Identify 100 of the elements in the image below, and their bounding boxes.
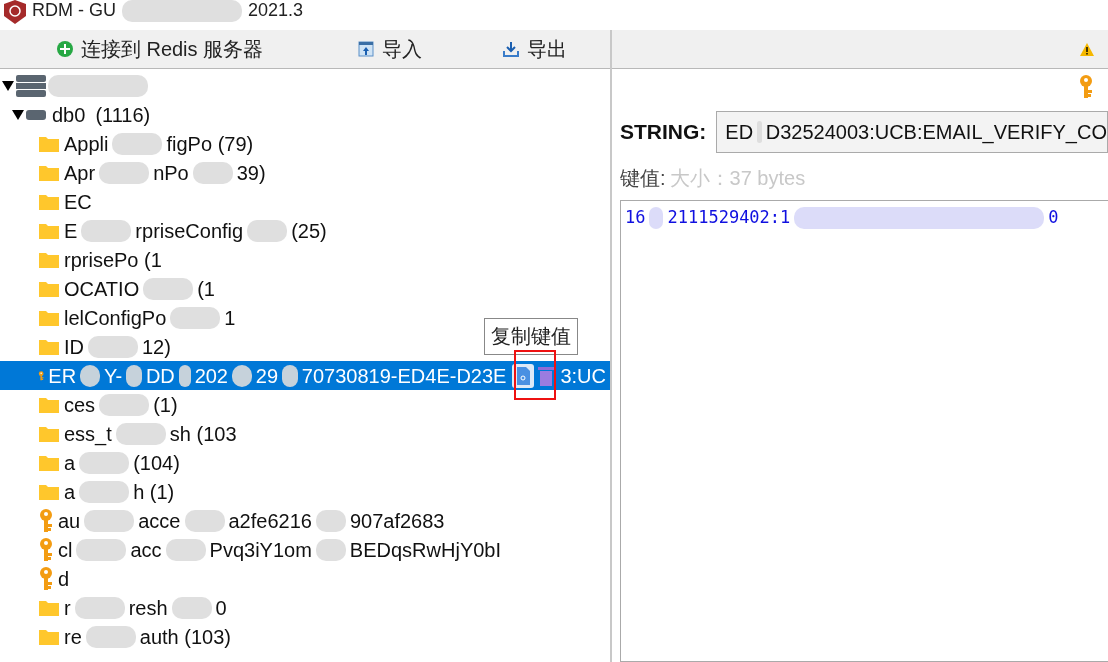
tree-item-text: 907af2683 xyxy=(349,508,445,533)
import-button[interactable]: 导入 xyxy=(320,31,460,67)
value-label: 键值: xyxy=(620,166,666,191)
key-icon xyxy=(38,508,54,533)
tree-item-text: cl xyxy=(58,537,73,562)
tree-row[interactable]: d xyxy=(0,564,74,593)
tree-row[interactable]: ID 12) xyxy=(0,332,175,361)
value-text: 2111529402:1 xyxy=(667,207,791,227)
tree-item-text: 29 xyxy=(255,363,278,388)
tree-item-text: a xyxy=(64,450,76,475)
tree-row[interactable]: ess_t sh (103 xyxy=(0,419,241,448)
tree-row[interactable]: au acce a2fe6216 907af2683 xyxy=(0,506,449,535)
tree-row[interactable]: EC xyxy=(0,187,96,216)
redaction-mark xyxy=(649,207,664,229)
tree-item-text: 3:UC xyxy=(560,363,606,388)
tooltip: 复制键值 xyxy=(484,318,578,355)
value-editor[interactable]: 16 2111529402:1 0 xyxy=(620,200,1108,662)
key-icon xyxy=(38,566,54,591)
value-text: 16 xyxy=(625,207,646,227)
key-name-text: ED xyxy=(725,120,754,144)
export-button[interactable]: 导出 xyxy=(460,31,610,67)
redaction-mark xyxy=(112,132,163,155)
redaction-mark xyxy=(315,538,346,561)
plus-icon xyxy=(56,41,73,57)
tree-row[interactable]: lelConfigPo 1 xyxy=(0,303,240,332)
folder-icon xyxy=(38,453,60,472)
type-label: STRING: xyxy=(620,120,707,144)
tree-item-text: rpriseConfig xyxy=(135,218,244,243)
redaction-mark xyxy=(76,538,127,561)
redaction-mark xyxy=(88,335,138,358)
tree-item-text: d xyxy=(58,566,70,591)
folder-icon xyxy=(38,250,60,269)
redaction-mark xyxy=(192,161,233,184)
database-name: db0 xyxy=(52,102,86,127)
tree-item-text: ID xyxy=(64,334,84,359)
redaction-mark xyxy=(171,596,212,619)
database-icon xyxy=(26,108,46,121)
folder-icon xyxy=(38,598,60,617)
warning-icon[interactable] xyxy=(1080,42,1094,56)
tree-item-text: 0 xyxy=(215,595,227,620)
tree-item-text: 39) xyxy=(236,160,266,185)
database-row[interactable]: db0 (1116) xyxy=(0,100,155,129)
tree-item-text: ER xyxy=(48,363,77,388)
redaction-mark xyxy=(99,393,150,416)
redaction-mark xyxy=(85,625,136,648)
tree-row[interactable]: Appli figPo (79) xyxy=(0,129,258,158)
expand-arrow-icon[interactable] xyxy=(2,79,14,92)
key-icon xyxy=(38,537,54,562)
tree-item-text: rprisePo (1 xyxy=(64,247,162,272)
tree-row[interactable]: rprisePo (1 xyxy=(0,245,166,274)
redaction-mark xyxy=(80,364,100,387)
value-text: 0 xyxy=(1048,207,1059,227)
tree-row[interactable]: OCATIO (1 xyxy=(0,274,219,303)
tree-item-text: Apr xyxy=(64,160,96,185)
tree-item-text: EC xyxy=(64,189,92,214)
redaction-mark xyxy=(126,364,142,387)
redaction-mark xyxy=(79,451,130,474)
folder-icon xyxy=(38,395,60,414)
connect-button[interactable]: 连接到 Redis 服务器 xyxy=(0,31,320,67)
tree-row[interactable]: Apr nPo 39) xyxy=(0,158,270,187)
redaction-mark xyxy=(170,306,221,329)
tree-row[interactable]: ER Y- DD 202 29 70730819-ED4E-D23E 3:UC xyxy=(0,361,610,390)
folder-icon xyxy=(38,337,60,356)
key-count: (1116) xyxy=(95,102,151,127)
folder-icon xyxy=(38,279,60,298)
folder-icon xyxy=(38,627,60,646)
tree-row[interactable]: r resh 0 xyxy=(0,593,231,622)
folder-icon xyxy=(38,192,60,211)
import-icon xyxy=(358,41,374,57)
tree-item-text: DD xyxy=(145,363,175,388)
tree-row[interactable]: E rpriseConfig (25) xyxy=(0,216,331,245)
redaction-mark xyxy=(282,364,298,387)
key-icon xyxy=(1078,75,1094,99)
export-icon xyxy=(503,41,519,57)
tree-item-text: (25) xyxy=(291,218,327,243)
tree-row[interactable]: a (104) xyxy=(0,448,184,477)
tree-row[interactable]: cl acc Pvq3iY1om BEDqsRwHjY0bI xyxy=(0,535,506,564)
tree-item-text: a xyxy=(64,479,76,504)
folder-icon xyxy=(38,424,60,443)
folder-icon xyxy=(38,482,60,501)
tree-item-text: resh xyxy=(128,595,168,620)
tree-item-text: h (1) xyxy=(133,479,175,504)
folder-icon xyxy=(38,221,60,240)
redaction-mark xyxy=(79,480,130,503)
tree-row[interactable]: ces (1) xyxy=(0,390,182,419)
copy-icon[interactable] xyxy=(512,363,535,388)
tree-item-text: 1 xyxy=(224,305,236,330)
tree-row[interactable]: a h (1) xyxy=(0,477,179,506)
expand-arrow-icon[interactable] xyxy=(12,108,24,121)
tree-item-text: Pvq3iY1om xyxy=(209,537,312,562)
redaction-mark xyxy=(232,364,252,387)
redaction-mark xyxy=(84,509,135,532)
tree-item-text: auth (103) xyxy=(139,624,231,649)
redaction-mark xyxy=(99,161,150,184)
key-name-field[interactable]: ED D32524003:UCB:EMAIL_VERIFY_CO xyxy=(716,111,1108,153)
tree-row[interactable]: re auth (103) xyxy=(0,622,235,651)
redaction-mark xyxy=(74,596,125,619)
folder-icon xyxy=(38,308,60,327)
redaction-mark xyxy=(184,509,225,532)
tree-item-text: OCATIO xyxy=(64,276,140,301)
